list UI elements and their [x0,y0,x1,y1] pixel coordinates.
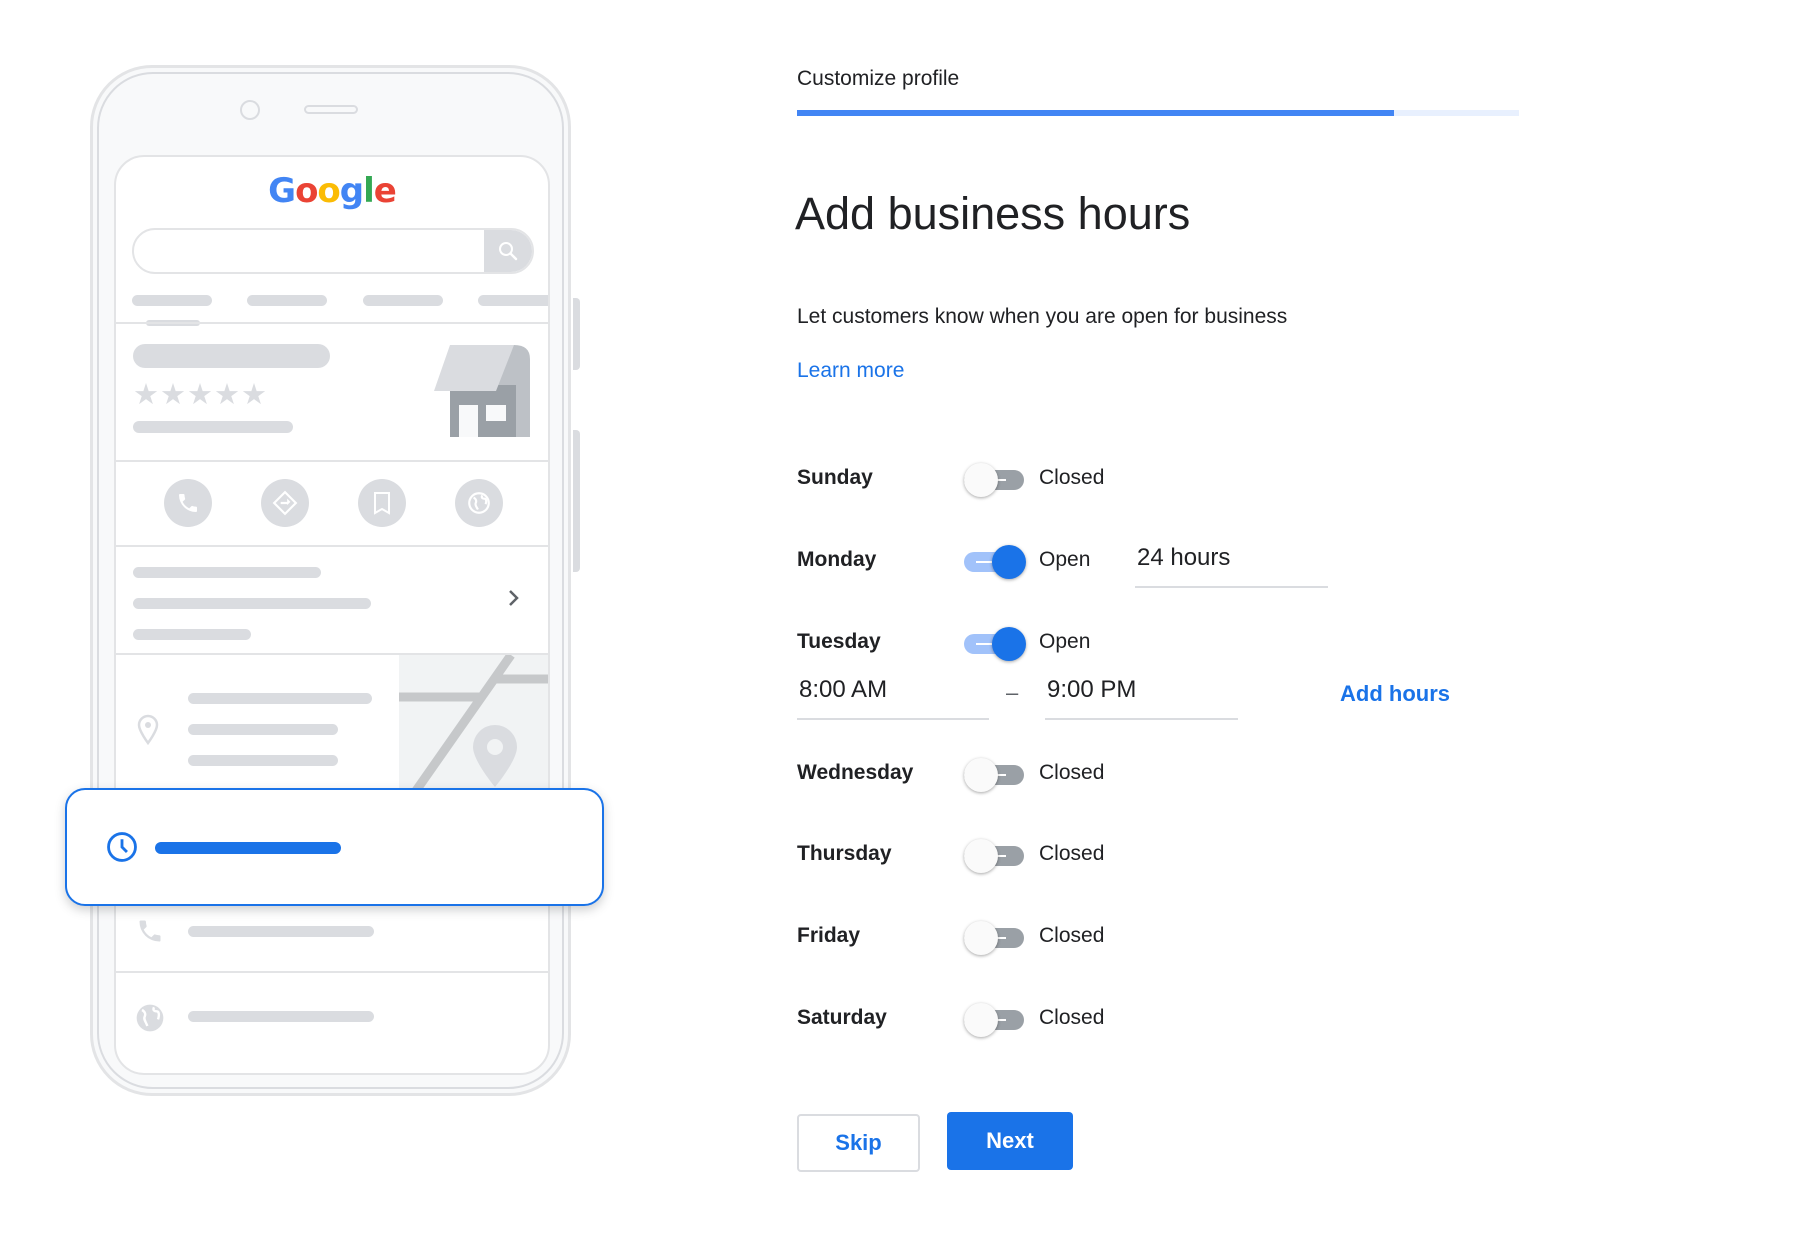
phone-camera [240,100,260,120]
divider [116,545,548,547]
storefront-icon [434,345,530,442]
call-action-icon [164,479,212,527]
time-range-separator: – [1006,680,1019,705]
skip-button[interactable]: Skip [797,1114,920,1172]
rating-stars: ★★★★★ [133,379,268,411]
google-logo-letter: l [363,171,375,211]
page-subtitle: Let customers know when you are open for… [797,305,1288,328]
progress-bar [797,110,1519,116]
text-placeholder [188,724,338,735]
next-button[interactable]: Next [947,1112,1073,1170]
globe-icon [134,1002,166,1039]
text-placeholder [188,1011,374,1022]
clock-icon [105,830,139,869]
google-logo-letter: g [339,171,364,211]
tab-placeholder [247,295,327,306]
status-thursday: Closed [1039,842,1105,865]
divider [116,971,548,973]
day-label-monday: Monday [797,548,877,571]
google-logo-letter: o [295,171,318,211]
status-sunday: Closed [1039,466,1105,489]
tab-placeholder [363,295,443,306]
tab-placeholder [132,295,212,306]
tuesday-open-time-input[interactable]: 8:00 AM [797,676,989,720]
phone-speaker [304,105,358,114]
phone-screen: Google ★★★★★ [114,155,550,1075]
toggle-saturday[interactable] [964,1003,1026,1037]
divider [116,322,548,324]
save-action-icon [358,479,406,527]
toggle-wednesday[interactable] [964,758,1026,792]
phone-side-button [573,298,580,370]
status-wednesday: Closed [1039,761,1105,784]
chevron-right-icon [506,587,522,614]
status-saturday: Closed [1039,1006,1105,1029]
text-placeholder [133,567,321,578]
monday-hours-select[interactable]: 24 hours [1135,544,1328,588]
google-logo-letter: o [317,171,340,211]
toggle-tuesday[interactable] [964,627,1026,661]
text-placeholder [188,926,374,937]
search-bar-illustration [132,228,534,274]
status-tuesday: Open [1039,630,1091,653]
website-action-icon [455,479,503,527]
directions-action-icon [261,479,309,527]
text-placeholder [188,755,338,766]
business-name-placeholder [133,344,330,368]
text-placeholder [188,693,372,704]
status-friday: Closed [1039,924,1105,947]
day-label-thursday: Thursday [797,842,892,865]
google-logo-letter: e [373,171,397,211]
tab-placeholder [478,295,548,306]
toggle-monday[interactable] [964,545,1026,579]
hours-placeholder-bar [155,842,341,854]
day-label-saturday: Saturday [797,1006,887,1029]
google-logo: Google [116,171,548,211]
text-placeholder [133,598,371,609]
toggle-friday[interactable] [964,921,1026,955]
day-label-friday: Friday [797,924,861,947]
add-hours-link[interactable]: Add hours [1340,681,1450,707]
hours-highlight-card [65,788,604,906]
phone-side-button [573,430,580,572]
day-label-sunday: Sunday [797,466,873,489]
page-title: Add business hours [795,188,1191,239]
divider [116,460,548,462]
learn-more-link[interactable]: Learn more [797,359,904,383]
phone-illustration: Google ★★★★★ [0,0,640,1238]
status-monday: Open [1039,548,1091,571]
toggle-sunday[interactable] [964,463,1026,497]
search-icon [484,230,532,272]
google-logo-letter: G [268,171,296,211]
text-placeholder [133,629,251,640]
toggle-thursday[interactable] [964,839,1026,873]
tuesday-close-time-input[interactable]: 9:00 PM [1045,676,1238,720]
location-pin-icon [136,714,160,751]
phone-icon [136,917,164,950]
text-placeholder [133,421,293,433]
step-label: Customize profile [797,67,960,90]
progress-bar-fill [797,110,1395,116]
day-label-wednesday: Wednesday [797,761,914,784]
day-label-tuesday: Tuesday [797,630,881,653]
